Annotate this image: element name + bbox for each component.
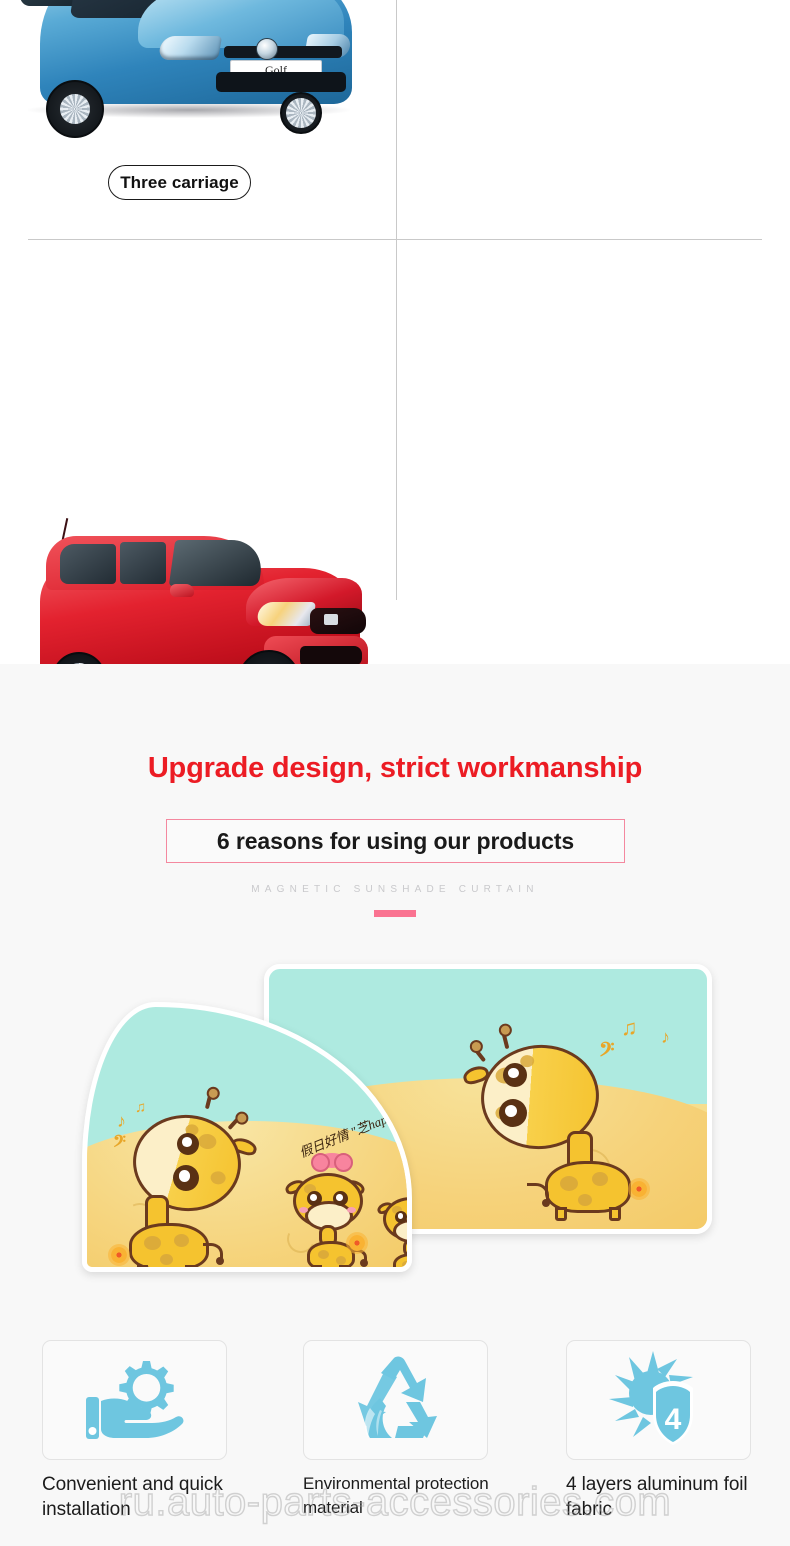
car-cell-mpv[interactable]: 吉利汽车 MPV [397, 240, 790, 600]
car-type-pill-three-carriage[interactable]: Three carriage [108, 165, 251, 200]
features-section: Upgrade design, strict workmanship 6 rea… [0, 664, 790, 1546]
car-cell-three-carriage[interactable]: Golf Three carriage [0, 0, 396, 239]
car-cell-suv[interactable]: ЛИФXБО SUV [397, 0, 790, 239]
section-headline: Upgrade design, strict workmanship [147, 752, 643, 784]
bass-clef-icon: 𝄢 [113, 1133, 126, 1155]
music-note-icon: ♪ [117, 1111, 126, 1131]
giraffe-large [115, 1090, 295, 1267]
vw-emblem-icon [256, 38, 278, 60]
flower-icon [349, 1235, 365, 1251]
giraffe-small [375, 1185, 407, 1267]
car-cell-two-carriages[interactable]: Two carriages [0, 240, 396, 824]
product-detail-page: Golf Three carriage Upgrade design, stri… [0, 0, 790, 1546]
music-note-icon: ♫ [135, 1099, 147, 1116]
feature-card-label: Environmental protection material [303, 1474, 489, 1517]
flower-icon [111, 1247, 127, 1263]
car-type-label: Three carriage [120, 172, 239, 192]
blue-sedan-image: Golf [10, 0, 386, 140]
car-type-grid: Golf Three carriage [0, 0, 790, 824]
bow-icon [311, 1153, 353, 1172]
hand-gear-icon [42, 1340, 227, 1460]
eyebrow-text: MAGNETIC SUNSHADE CURTAIN [251, 884, 539, 895]
feature-card-label: Convenient and quick installation [42, 1474, 223, 1520]
bass-clef-icon: 𝄢 [599, 1039, 615, 1066]
feature-card-layers[interactable]: 4 4 layers aluminum foil fabric [566, 1340, 751, 1522]
honda-emblem-icon [324, 614, 338, 625]
svg-text:4: 4 [664, 1403, 681, 1436]
feature-card-installation[interactable]: Convenient and quick installation [42, 1340, 227, 1522]
feature-cards: Convenient and quick installation Enviro… [0, 1340, 790, 1546]
product-sunshade-images: ♫ ♪ 𝄢 假日好情 "芝happying" ♪ ♫ 𝄢 [0, 964, 790, 1274]
music-note-icon: ♫ [621, 1015, 638, 1040]
accent-dash [374, 910, 416, 917]
feature-card-environmental[interactable]: Environmental protection material [303, 1340, 533, 1520]
recycle-leaf-icon [303, 1340, 488, 1460]
sun-shield-4-icon: 4 [566, 1340, 751, 1460]
subtitle-text: 6 reasons for using our products [216, 827, 575, 854]
flower-icon [631, 1181, 647, 1197]
subtitle-box: 6 reasons for using our products [166, 819, 625, 863]
giraffe-large [459, 1021, 659, 1221]
music-note-icon: ♪ [661, 1027, 670, 1047]
feature-card-label: 4 layers aluminum foil fabric [566, 1474, 748, 1520]
